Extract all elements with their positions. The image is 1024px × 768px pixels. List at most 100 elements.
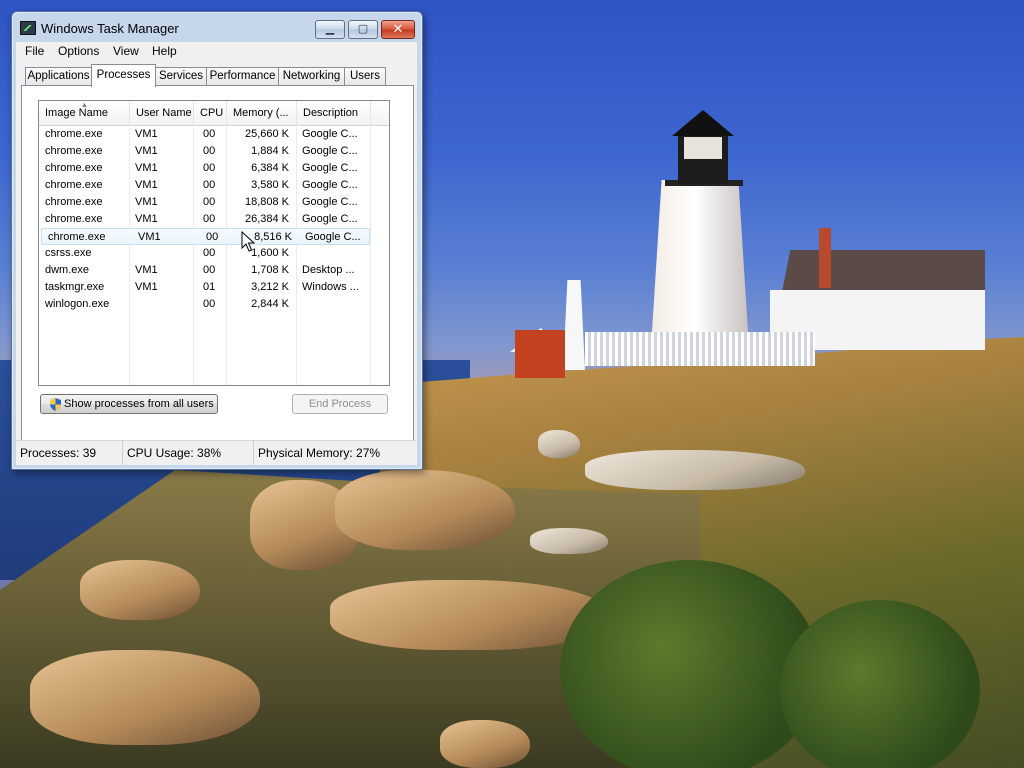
process-description: Google C...: [302, 196, 358, 208]
menu-file[interactable]: File: [25, 44, 44, 58]
process-row[interactable]: chrome.exe VM1 00 18,808 K Google C...: [39, 194, 389, 211]
process-name: dwm.exe: [45, 264, 90, 276]
process-cpu: 00: [206, 231, 219, 243]
process-cpu: 00: [203, 145, 216, 157]
close-icon: ✕: [392, 21, 404, 36]
tab-networking[interactable]: Networking: [278, 67, 345, 86]
wallpaper-rock: [80, 560, 200, 620]
process-name: chrome.exe: [45, 213, 103, 225]
process-user: VM1: [135, 264, 158, 276]
column-description[interactable]: Description: [297, 101, 371, 125]
process-user: VM1: [135, 145, 158, 157]
process-row[interactable]: winlogon.exe 00 2,844 K: [39, 296, 389, 313]
process-cpu: 00: [203, 179, 216, 191]
process-name: chrome.exe: [45, 145, 103, 157]
process-user: VM1: [135, 162, 158, 174]
process-cpu: 00: [203, 128, 216, 140]
wallpaper-rock: [585, 450, 805, 490]
process-user: VM1: [135, 179, 158, 191]
process-row[interactable]: dwm.exe VM1 00 1,708 K Desktop ...: [39, 262, 389, 279]
process-user: VM1: [135, 281, 158, 293]
minimize-button[interactable]: ▁: [315, 20, 345, 39]
menu-options[interactable]: Options: [58, 44, 99, 58]
column-cpu[interactable]: CPU: [194, 101, 227, 125]
column-user-name[interactable]: User Name: [130, 101, 194, 125]
tab-services[interactable]: Services: [155, 67, 207, 86]
process-name: chrome.exe: [45, 179, 103, 191]
minimize-icon: ▁: [325, 23, 335, 35]
wallpaper-shed: [515, 330, 565, 378]
column-label: Image Name: [45, 107, 108, 119]
status-cpu-usage: CPU Usage: 38%: [123, 441, 254, 465]
tab-performance[interactable]: Performance: [206, 67, 279, 86]
process-name: csrss.exe: [45, 247, 92, 259]
title-bar[interactable]: Windows Task Manager ▁ ▢ ✕: [12, 12, 422, 42]
process-description: Google C...: [305, 231, 361, 243]
process-row[interactable]: chrome.exe VM1 00 26,384 K Google C...: [39, 211, 389, 228]
status-process-count: Processes: 39: [16, 441, 123, 465]
process-row[interactable]: chrome.exe VM1 00 6,384 K Google C...: [39, 160, 389, 177]
process-cpu: 00: [203, 213, 216, 225]
process-cpu: 00: [203, 196, 216, 208]
process-memory: 6,384 K: [251, 162, 289, 174]
process-memory: 1,708 K: [251, 264, 289, 276]
process-description: Google C...: [302, 162, 358, 174]
column-image-name[interactable]: ▲ Image Name: [39, 101, 130, 125]
process-cpu: 01: [203, 281, 216, 293]
uac-shield-icon: [50, 398, 61, 411]
wallpaper-lighthouse-window: [684, 137, 722, 159]
process-name: chrome.exe: [45, 128, 103, 140]
wallpaper-rock: [335, 470, 515, 550]
maximize-icon: ▢: [357, 23, 369, 35]
wallpaper-rock: [440, 720, 530, 768]
menu-bar: File Options View Help: [16, 42, 417, 62]
process-user: VM1: [135, 196, 158, 208]
tab-processes[interactable]: Processes: [91, 64, 156, 87]
process-name: chrome.exe: [45, 162, 103, 174]
process-cpu: 00: [203, 162, 216, 174]
wallpaper-rock: [538, 430, 580, 458]
process-memory: 2,844 K: [251, 298, 289, 310]
show-all-processes-button[interactable]: Show processes from all users: [40, 394, 218, 414]
client-area: Applications Processes Services Performa…: [16, 62, 417, 465]
process-name: chrome.exe: [45, 196, 103, 208]
wallpaper-chimney: [819, 228, 831, 288]
tab-applications[interactable]: Applications: [25, 67, 92, 86]
maximize-button[interactable]: ▢: [348, 20, 378, 39]
process-row[interactable]: chrome.exe VM1 00 1,884 K Google C...: [39, 143, 389, 160]
process-description: Google C...: [302, 145, 358, 157]
sort-ascending-icon: ▲: [81, 102, 88, 109]
process-memory: 25,660 K: [244, 128, 289, 140]
wallpaper-bush: [780, 600, 980, 768]
wallpaper-bush: [560, 560, 820, 768]
process-description: Windows ...: [302, 281, 359, 293]
process-memory: 18,808 K: [244, 196, 289, 208]
process-cpu: 00: [203, 298, 216, 310]
processes-panel: ▲ Image Name User Name CPU Memory (... D…: [21, 85, 414, 445]
process-row[interactable]: taskmgr.exe VM1 01 3,212 K Windows ...: [39, 279, 389, 296]
process-memory: 26,384 K: [244, 213, 289, 225]
process-list-header: ▲ Image Name User Name CPU Memory (... D…: [39, 101, 389, 126]
status-physical-memory: Physical Memory: 27%: [258, 446, 381, 460]
wallpaper-rock: [30, 650, 260, 745]
process-list[interactable]: ▲ Image Name User Name CPU Memory (... D…: [38, 100, 390, 386]
process-cpu: 00: [203, 264, 216, 276]
tab-users[interactable]: Users: [344, 67, 386, 86]
menu-view[interactable]: View: [113, 44, 139, 58]
show-all-processes-label: Show processes from all users: [64, 398, 214, 410]
wallpaper-rock: [530, 528, 608, 554]
process-row[interactable]: csrss.exe 00 1,600 K: [39, 245, 389, 262]
process-memory: 1,600 K: [251, 247, 289, 259]
close-button[interactable]: ✕: [381, 20, 415, 39]
menu-help[interactable]: Help: [152, 44, 177, 58]
mouse-cursor-icon: [241, 231, 255, 252]
process-memory: 3,212 K: [251, 281, 289, 293]
process-row[interactable]: chrome.exe VM1 00 8,516 K Google C...: [41, 228, 370, 245]
end-process-button[interactable]: End Process: [292, 394, 388, 414]
column-memory[interactable]: Memory (...: [227, 101, 297, 125]
process-row[interactable]: chrome.exe VM1 00 3,580 K Google C...: [39, 177, 389, 194]
task-manager-window[interactable]: Windows Task Manager ▁ ▢ ✕ File Options …: [11, 11, 423, 470]
window-title: Windows Task Manager: [41, 21, 179, 36]
process-description: Google C...: [302, 179, 358, 191]
process-row[interactable]: chrome.exe VM1 00 25,660 K Google C...: [39, 126, 389, 143]
